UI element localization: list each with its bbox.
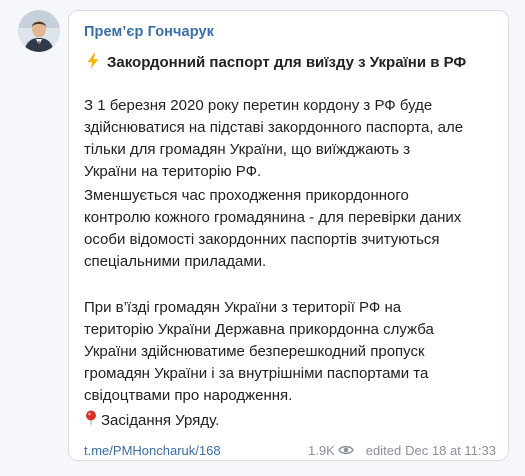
post-author[interactable]: Прем’єр Гончарук: [84, 24, 214, 40]
post-paragraph-2: Зменшується час проходження прикордонног…: [84, 185, 504, 273]
post-headline: Закордонний паспорт для виїзду з України…: [84, 52, 466, 71]
paragraph-line: свідоцтвами про народження.: [84, 387, 293, 404]
post-date[interactable]: Dec 18 at 11:33: [405, 443, 496, 458]
post-paragraph-1: З 1 березня 2020 року перетин кордону з …: [84, 95, 504, 183]
paragraph-line: спеціальними приладами.: [84, 253, 267, 270]
post-link[interactable]: t.me/PMHoncharuk/168: [84, 443, 221, 458]
post-meta: 1.9K edited Dec 18 at 11:33: [308, 443, 496, 458]
paragraph-line: громадян України і за внутрішніми паспор…: [84, 365, 429, 382]
paragraph-line: особи відомості закордонних паспортів зч…: [84, 231, 440, 248]
pushpin-icon: [86, 410, 96, 428]
paragraph-line: З 1 березня 2020 року перетин кордону з …: [84, 97, 433, 114]
lightning-icon: [87, 53, 99, 69]
paragraph-line: При в’їзді громадян України з території …: [84, 299, 402, 316]
post-signature: Засідання Уряду.: [84, 410, 219, 429]
paragraph-line: України здійснюватиме безперешкодний про…: [84, 343, 425, 360]
post-headline-text: Закордонний паспорт для виїзду з України…: [107, 54, 467, 71]
eye-icon: [337, 445, 354, 455]
post-footer: t.me/PMHoncharuk/168 1.9K edited Dec 18 a…: [84, 443, 496, 461]
edited-label: edited: [365, 443, 402, 458]
paragraph-line: здійснюватися на підставі закордонного п…: [84, 119, 464, 136]
view-count: 1.9K: [308, 443, 335, 458]
paragraph-line: територію України Державна прикордонна с…: [84, 321, 434, 338]
paragraph-line: Зменшується час проходження прикордонног…: [84, 187, 409, 204]
paragraph-line: тільки для громадян України, що виїжджаю…: [84, 141, 411, 158]
channel-post: Прем’єр Гончарук Закордонний паспорт для…: [68, 10, 509, 461]
paragraph-line: контролю кожного громадянина - для перев…: [84, 209, 462, 226]
paragraph-line: України на територію РФ.: [84, 163, 262, 180]
avatar-photo: [18, 10, 60, 52]
post-signature-text: Засідання Уряду.: [101, 412, 220, 429]
avatar[interactable]: [18, 10, 60, 52]
post-paragraph-3: При в’їзді громадян України з території …: [84, 297, 504, 407]
